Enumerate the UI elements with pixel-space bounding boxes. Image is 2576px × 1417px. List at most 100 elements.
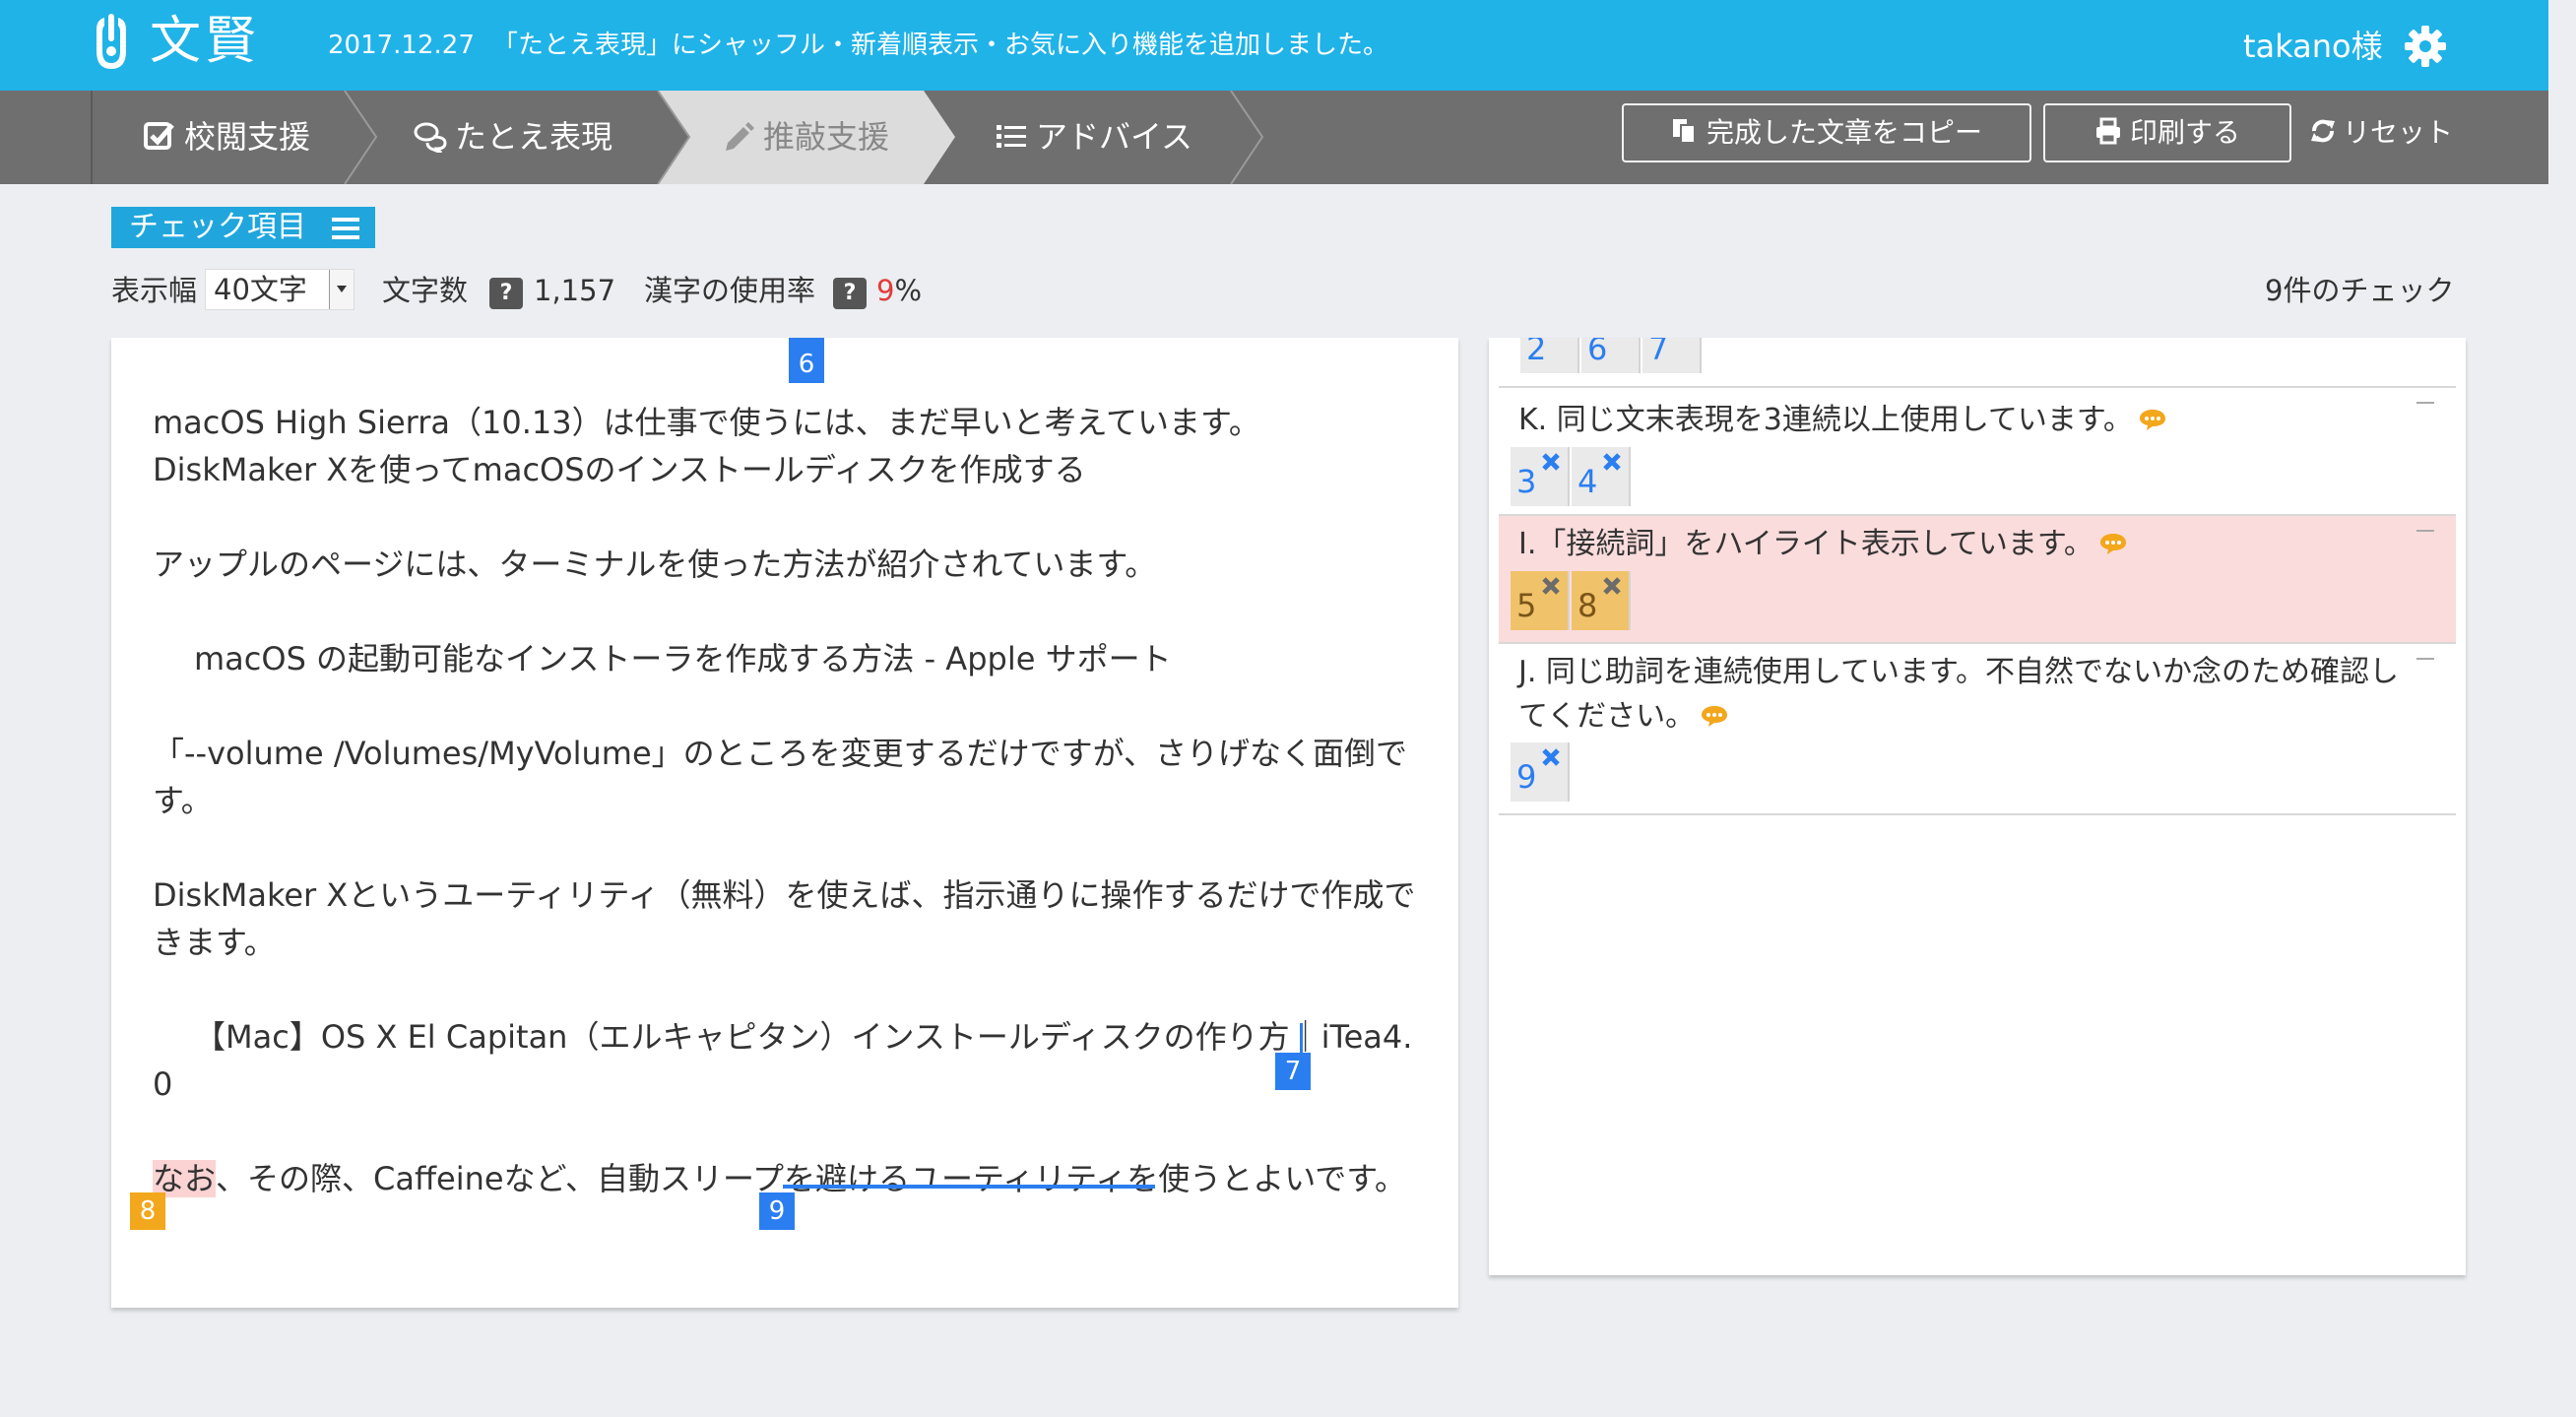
announcement-date: 2017.12.27 <box>328 31 475 60</box>
checks-panel[interactable]: 2 6 7 K. 同じ文末表現を3連続以上使用しています。 3 4 I.「接続詞… <box>1489 338 2466 1275</box>
check-tag-number: 3 <box>1516 463 1537 500</box>
check-square-icon <box>144 122 174 150</box>
print-button-label: 印刷する <box>2129 116 2240 149</box>
check-tag[interactable]: 5 <box>1511 571 1570 630</box>
text-editor[interactable]: 6 macOS High Sierra（10.13）は仕事で使うには、まだ早いと… <box>111 338 1458 1308</box>
check-tag-number: 4 <box>1578 463 1598 500</box>
editor-line: 0 <box>153 1065 173 1103</box>
check-tag[interactable]: 4 <box>1572 447 1631 506</box>
reset-button-label: リセット <box>2343 116 2454 149</box>
check-items-label: チェック項目 <box>129 210 306 244</box>
user-name[interactable]: takano様 <box>2243 24 2383 69</box>
check-count: 9件のチェック <box>2265 274 2455 307</box>
check-underline-9 <box>783 1185 1155 1189</box>
list-icon <box>997 125 1026 148</box>
check-item-particle[interactable]: J. 同じ助詞を連続使用しています。不自然でないか念のため確認してください。 9 <box>1499 644 2456 815</box>
check-item-text: K. 同じ文末表現を3連続以上使用しています。 <box>1518 398 2415 442</box>
print-button[interactable]: 印刷する <box>2043 103 2291 162</box>
kanji-rate-unit: % <box>894 274 923 307</box>
editor-line: きます。 <box>153 924 276 961</box>
top-header: 文賢 2017.12.27 「たとえ表現」にシャッフル・新着順表示・お気に入り機… <box>0 0 2548 91</box>
editor-line: macOS High Sierra（10.13）は仕事で使うには、まだ早いと考え… <box>153 404 1260 441</box>
tab-metaphor[interactable]: たとえ表現 <box>414 91 612 184</box>
kanji-rate: 9% <box>876 268 922 313</box>
kanji-rate-value: 9 <box>876 274 895 307</box>
tab-proofreading[interactable]: 校閲支援 <box>143 91 310 184</box>
kanji-rate-help-icon[interactable]: ? <box>833 278 867 309</box>
tab-label: 校閲支援 <box>184 118 311 156</box>
check-marker-6[interactable]: 6 <box>789 338 824 383</box>
hamburger-menu-icon <box>332 218 359 239</box>
close-icon[interactable] <box>1540 451 1562 473</box>
refresh-icon <box>2311 119 2335 143</box>
check-tag-number: 7 <box>1648 338 1669 367</box>
check-tag[interactable]: 7 <box>1642 338 1702 373</box>
editor-line: 【Mac】OS X El Capitan（エルキャピタン）インストールディスクの… <box>194 1018 1413 1056</box>
copy-button-label: 完成した文章をコピー <box>1706 116 1982 149</box>
chevron-down-icon <box>329 270 354 309</box>
check-item-sentence-ending[interactable]: K. 同じ文末表現を3連続以上使用しています。 3 4 <box>1499 388 2456 516</box>
pencil-icon <box>726 122 754 151</box>
check-tag-number: 9 <box>1516 758 1537 796</box>
editor-text: 、その際、Caffeineなど、自動スリープ <box>216 1160 785 1197</box>
tab-revision[interactable]: 推敲支援 <box>722 91 889 184</box>
tab-label: たとえ表現 <box>455 118 613 156</box>
comments-icon <box>414 122 447 153</box>
print-icon <box>2095 117 2120 145</box>
char-count-help-icon[interactable]: ? <box>489 278 523 309</box>
char-count-label: 文字数 <box>382 274 469 307</box>
check-tag[interactable]: 2 <box>1520 338 1579 373</box>
duplicate-particle-text[interactable]: を避けるユーティリティを <box>784 1160 1158 1197</box>
check-item-partial: 2 6 7 <box>1499 338 2456 388</box>
editor-line: アップルのページには、ターミナルを使った方法が紹介されています。 <box>153 546 1157 583</box>
gear-icon[interactable] <box>2403 24 2448 69</box>
check-tag[interactable]: 3 <box>1511 447 1570 506</box>
close-icon[interactable] <box>1601 451 1623 473</box>
editor-line: DiskMaker Xを使ってmacOSのインストールディスクを作成する <box>153 451 1086 488</box>
comment-icon[interactable] <box>2099 532 2127 555</box>
check-tag[interactable]: 6 <box>1581 338 1641 373</box>
check-marker-7[interactable]: 7 <box>1275 1053 1311 1090</box>
editor-line: す。 <box>153 782 213 819</box>
display-width-label: 表示幅 <box>111 274 198 307</box>
copy-icon <box>1672 119 1696 144</box>
display-width-value: 40文字 <box>214 273 307 306</box>
check-tag[interactable]: 9 <box>1511 742 1570 802</box>
check-items-toggle[interactable]: チェック項目 <box>111 207 375 248</box>
editor-line: 「--volume /Volumes/MyVolume」のところを変更するだけで… <box>153 735 1407 772</box>
kanji-rate-label: 漢字の使用率 <box>644 274 816 307</box>
check-marker-9[interactable]: 9 <box>759 1192 795 1230</box>
check-item-text: I.「接続詞」をハイライト表示しています。 <box>1518 522 2415 566</box>
check-item-label: I.「接続詞」をハイライト表示しています。 <box>1518 527 2093 561</box>
collapse-icon[interactable] <box>2416 530 2434 532</box>
check-item-conjunction[interactable]: I.「接続詞」をハイライト表示しています。 5 8 <box>1499 516 2456 644</box>
check-tag-number: 6 <box>1587 338 1608 367</box>
editor-line: macOS の起動可能なインストーラを作成する方法 - Apple サポート <box>194 640 1172 677</box>
check-tag-number: 5 <box>1516 587 1537 624</box>
reset-button[interactable]: リセット <box>2309 103 2453 162</box>
display-width-select[interactable]: 40文字 <box>205 269 354 310</box>
collapse-icon[interactable] <box>2416 402 2434 404</box>
comment-icon[interactable] <box>1701 704 1728 728</box>
collapse-icon[interactable] <box>2416 658 2434 660</box>
close-icon[interactable] <box>1601 575 1623 597</box>
comment-icon[interactable] <box>2139 408 2166 431</box>
check-tag-number: 8 <box>1578 587 1598 624</box>
copy-text-button[interactable]: 完成した文章をコピー <box>1622 103 2031 162</box>
tab-label: 推敲支援 <box>763 118 890 156</box>
editor-text: 使うとよいです。 <box>1158 1160 1407 1197</box>
check-tag-number: 2 <box>1526 338 1547 367</box>
brand-name[interactable]: 文賢 <box>150 6 260 77</box>
app-logo-icon[interactable] <box>89 12 134 73</box>
check-marker-8[interactable]: 8 <box>130 1192 165 1230</box>
announcement-text[interactable]: 「たとえ表現」にシャッフル・新着順表示・お気に入り機能を追加しました。 <box>492 26 1388 65</box>
editor-line: DiskMaker Xというユーティリティ（無料）を使えば、指示通りに操作するだ… <box>153 876 1416 914</box>
check-item-label: J. 同じ助詞を連続使用しています。不自然でないか念のため確認してください。 <box>1518 655 2400 734</box>
char-count-value: 1,157 <box>534 274 616 307</box>
close-icon[interactable] <box>1540 575 1562 597</box>
tab-advice[interactable]: アドバイス <box>995 91 1192 184</box>
check-item-text: J. 同じ助詞を連続使用しています。不自然でないか念のため確認してください。 <box>1518 650 2415 739</box>
check-item-label: K. 同じ文末表現を3連続以上使用しています。 <box>1518 403 2133 437</box>
check-tag[interactable]: 8 <box>1572 571 1631 630</box>
close-icon[interactable] <box>1540 746 1562 768</box>
